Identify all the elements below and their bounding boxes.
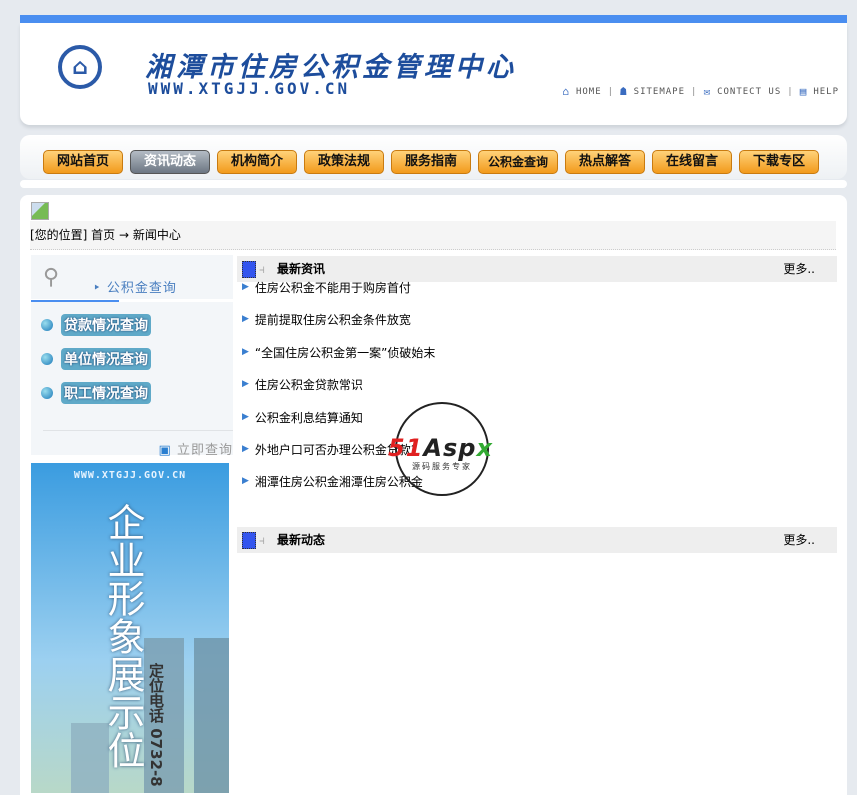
news-link[interactable]: “全国住房公积金第一案”侦破始末	[255, 344, 435, 361]
news-link[interactable]: 公积金利息结算通知	[255, 409, 363, 426]
divider: |	[607, 86, 615, 97]
triangle-bullet-icon: ▶	[242, 476, 249, 487]
query-loan-label[interactable]: 贷款情况查询	[61, 314, 151, 336]
news-list: ▶ 住房公积金不能用于购房首付 ▶ 提前提取住房公积金条件放宽 ▶ “全国住房公积金第…	[242, 279, 822, 506]
triangle-bullet-icon: ▶	[242, 346, 249, 357]
nav-download[interactable]: 下载专区	[739, 150, 819, 174]
query-unit-label[interactable]: 单位情况查询	[61, 348, 151, 370]
sidebar-title-text: 公积金查询	[106, 281, 177, 296]
mail-icon: ✉	[703, 85, 712, 98]
ad-phone: 定位电话 0732-8	[147, 663, 165, 787]
magnifier-icon: ⚲	[43, 265, 60, 290]
query-now-label[interactable]: 立即查询	[177, 443, 233, 458]
list-item[interactable]: ▶ 住房公积金贷款常识	[242, 376, 822, 408]
divider: |	[691, 86, 698, 97]
main-nav: 网站首页 资讯动态 机构简介 政策法规 服务指南 公积金查询 热点解答 在线留言…	[20, 135, 847, 179]
top-links: ⌂ HOME | ☗ SITEMAPE | ✉ CONTECT US | ▤ HELP	[562, 85, 839, 98]
list-item[interactable]: ▶ 湘潭住房公积金湘潭住房公积金	[242, 473, 822, 505]
latest-updates-header: ⫞ 最新动态 更多..	[237, 527, 837, 553]
section-icon	[242, 532, 256, 549]
triangle-bullet-icon: ▶	[242, 411, 249, 422]
nav-home[interactable]: 网站首页	[43, 150, 123, 174]
list-item[interactable]: ▶ “全国住房公积金第一案”侦破始末	[242, 344, 822, 376]
latest-updates-title: 最新动态	[277, 533, 326, 547]
divider: |	[787, 86, 794, 97]
query-now-button[interactable]: ▣ 立即查询	[43, 430, 233, 458]
news-link[interactable]: 提前提取住房公积金条件放宽	[255, 311, 411, 328]
nav-query[interactable]: 公积金查询	[478, 150, 558, 174]
sitemap-icon: ☗	[620, 85, 628, 98]
triangle-bullet-icon: ▶	[242, 379, 249, 390]
bullet-icon	[41, 353, 53, 365]
header: ⌂ 湘潭市住房公积金管理中心 WWW.XTGJJ.GOV.CN ⌂ HOME | ☗…	[20, 23, 847, 125]
logo-house-icon[interactable]: ⌂	[58, 45, 102, 89]
watermark-brand: 51Aspx	[388, 434, 493, 462]
triangle-bullet-icon: ▶	[242, 282, 249, 292]
triangle-bullet-icon: ▶	[242, 314, 249, 325]
ad-banner[interactable]: WWW.XTGJJ.GOV.CN 企业形象展示位 定位电话 0732-8	[31, 463, 229, 793]
sidebar-header: ⚲ ‣ 公积金查询	[31, 255, 233, 302]
query-loan[interactable]: 贷款情况查询	[41, 314, 233, 336]
nav-message[interactable]: 在线留言	[652, 150, 732, 174]
broken-image-icon	[31, 202, 49, 220]
help-icon: ▤	[799, 85, 808, 98]
site-url: WWW.XTGJJ.GOV.CN	[148, 79, 351, 98]
section-icon	[242, 261, 256, 278]
sidebar-query: ⚲ ‣ 公积金查询 贷款情况查询 单位情况查询 职工情况查询 ▣ 立即查询	[31, 255, 233, 458]
list-item[interactable]: ▶ 公积金利息结算通知	[242, 409, 822, 441]
link-home[interactable]: HOME	[576, 87, 602, 97]
nav-faq[interactable]: 热点解答	[565, 150, 645, 174]
query-unit[interactable]: 单位情况查询	[41, 348, 233, 370]
nav-policy[interactable]: 政策法规	[304, 150, 384, 174]
news-link[interactable]: 住房公积金贷款常识	[255, 376, 363, 393]
link-help[interactable]: HELP	[813, 87, 839, 97]
query-employee-label[interactable]: 职工情况查询	[61, 382, 151, 404]
nav-news[interactable]: 资讯动态	[130, 150, 210, 174]
sidebar-title: ‣ 公积金查询	[93, 281, 177, 296]
ad-url: WWW.XTGJJ.GOV.CN	[73, 470, 187, 481]
latest-updates-more[interactable]: 更多..	[783, 527, 815, 553]
link-sitemap[interactable]: SITEMAPE	[634, 87, 685, 97]
header-underline	[31, 300, 119, 302]
breadcrumb: [您的位置] 首页 → 新闻中心	[30, 221, 836, 250]
nav-about[interactable]: 机构简介	[217, 150, 297, 174]
list-item[interactable]: ▶ 外地户口可否办理公积金贷款?	[242, 441, 822, 473]
ad-text: 企业形象展示位	[101, 503, 145, 769]
bullet-icon	[41, 387, 53, 399]
bullet-icon	[41, 319, 53, 331]
news-link[interactable]: 住房公积金不能用于购房首付	[255, 279, 411, 296]
list-item[interactable]: ▶ 住房公积金不能用于购房首付	[242, 279, 822, 311]
tower-graphic	[194, 638, 229, 793]
document-icon: ▣	[158, 443, 172, 458]
query-employee[interactable]: 职工情况查询	[41, 382, 233, 404]
nav-guide[interactable]: 服务指南	[391, 150, 471, 174]
main-content: [您的位置] 首页 → 新闻中心 ⚲ ‣ 公积金查询 贷款情况查询 单位情况查询…	[20, 195, 847, 795]
news-link[interactable]: 湘潭住房公积金湘潭住房公积金	[255, 473, 423, 490]
home-icon: ⌂	[562, 85, 570, 98]
triangle-bullet-icon: ▶	[242, 443, 249, 454]
link-contact[interactable]: CONTECT US	[717, 87, 781, 97]
watermark-slogan: 源码服务专家	[412, 462, 472, 471]
divider-band	[20, 180, 847, 188]
separator-icon: ⫞	[259, 533, 266, 547]
list-item[interactable]: ▶ 提前提取住房公积金条件放宽	[242, 311, 822, 343]
